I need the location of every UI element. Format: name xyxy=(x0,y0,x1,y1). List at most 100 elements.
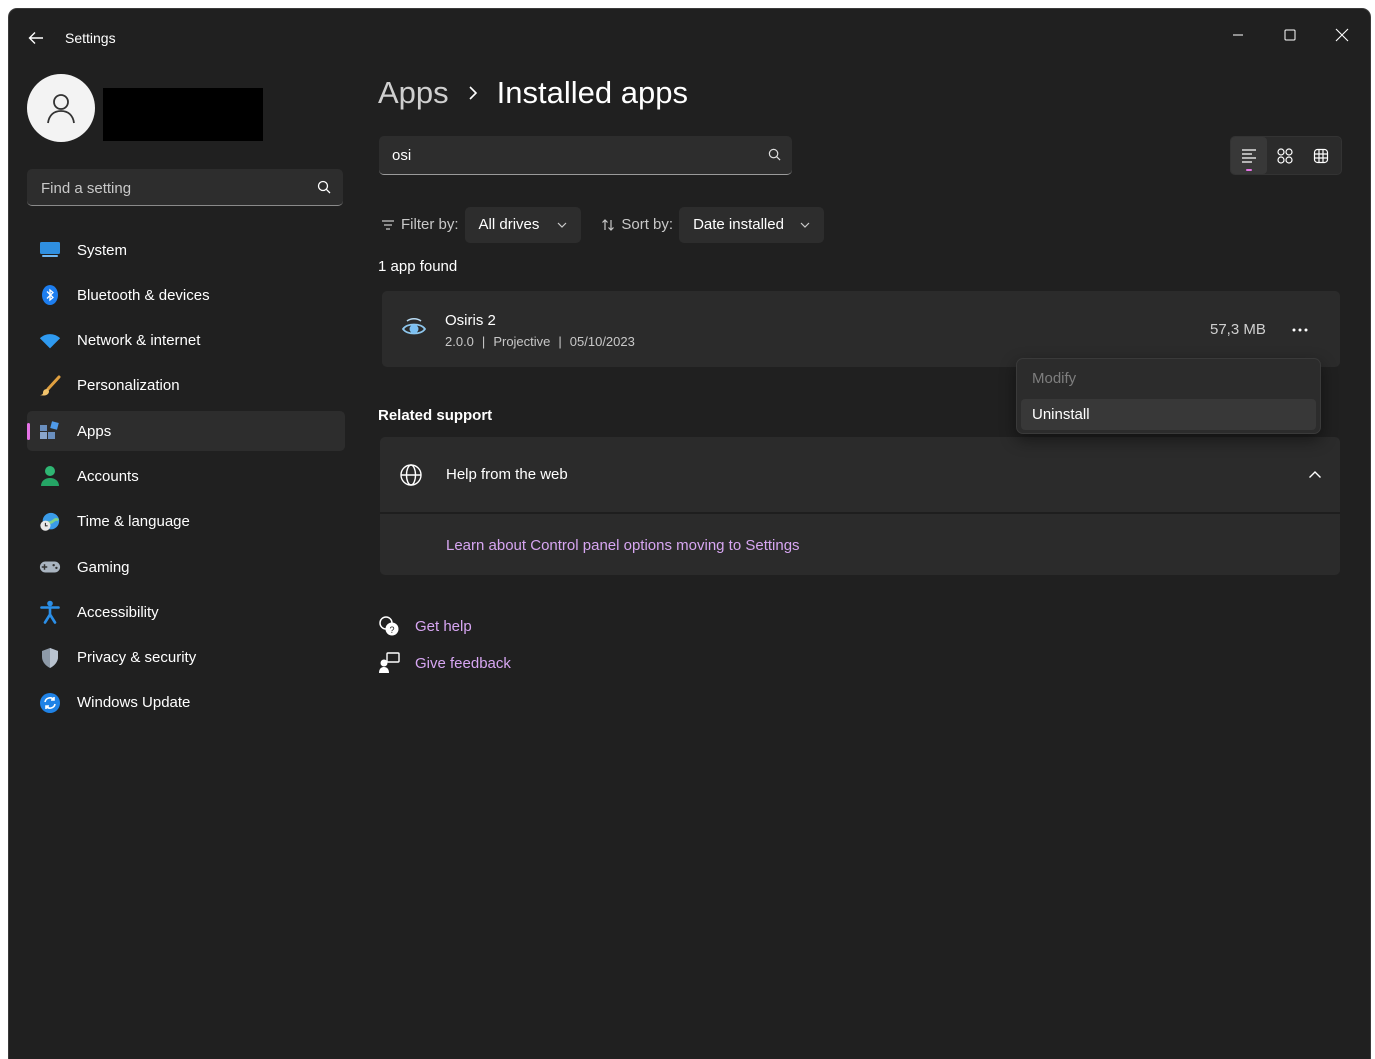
app-size: 57,3 MB xyxy=(1210,321,1266,338)
modify-menu-item: Modify xyxy=(1032,370,1077,387)
title-bar: Settings xyxy=(9,9,1370,65)
chevron-right-icon xyxy=(467,85,479,101)
apps-icon xyxy=(39,421,61,441)
filter-value: All drives xyxy=(478,216,540,233)
tile-view-icon xyxy=(1277,147,1293,164)
avatar[interactable] xyxy=(27,74,95,142)
sidebar-item-windows-update[interactable]: Windows Update xyxy=(27,683,345,723)
minimize-icon xyxy=(1233,34,1243,36)
find-setting-input[interactable] xyxy=(39,169,303,207)
accessibility-icon xyxy=(39,601,61,625)
sidebar-nav: System Bluetooth & devices Network & int… xyxy=(27,230,345,728)
sort-value: Date installed xyxy=(693,216,784,233)
separator: | xyxy=(558,334,562,349)
chevron-down-icon xyxy=(557,222,567,228)
filter-label: Filter by: xyxy=(381,216,459,233)
sort-icon xyxy=(602,218,615,231)
monitor-icon xyxy=(39,240,61,260)
sidebar-item-network[interactable]: Network & internet xyxy=(27,321,345,361)
chevron-up-icon[interactable] xyxy=(1308,467,1322,485)
sidebar-item-label: Privacy & security xyxy=(77,649,197,667)
more-options-button[interactable] xyxy=(1285,315,1315,345)
help-chat-icon: ? xyxy=(378,615,400,637)
gamepad-icon xyxy=(39,557,61,577)
sidebar-item-label: Accounts xyxy=(77,467,139,485)
sidebar-item-privacy[interactable]: Privacy & security xyxy=(27,638,345,678)
close-button[interactable] xyxy=(1319,17,1365,53)
sidebar-item-personalization[interactable]: Personalization xyxy=(27,366,345,406)
sidebar-item-apps[interactable]: Apps xyxy=(27,411,345,452)
filter-icon xyxy=(382,219,394,230)
sort-label-text: Sort by: xyxy=(621,216,674,233)
sidebar-item-label: Gaming xyxy=(77,558,130,576)
back-button[interactable] xyxy=(25,27,47,49)
svg-text:?: ? xyxy=(389,625,394,635)
feedback-icon xyxy=(378,652,400,674)
filter-sort-row: Filter by: All drives Sort by: Date inst… xyxy=(381,206,824,243)
app-list-item[interactable]: Osiris 2 2.0.0 | Projective | 05/10/2023 57,… xyxy=(382,291,1340,367)
sidebar-item-label: System xyxy=(77,241,128,259)
list-view-icon xyxy=(1242,148,1256,163)
username-redacted xyxy=(103,88,263,141)
sidebar-item-time-language[interactable]: Time & language xyxy=(27,502,345,542)
separator: | xyxy=(481,334,486,349)
breadcrumb-parent[interactable]: Apps xyxy=(378,75,449,111)
wifi-icon xyxy=(39,331,61,351)
active-indicator xyxy=(1246,169,1252,171)
app-context-menu: Modify Uninstall xyxy=(1016,358,1321,434)
sidebar-item-label: Network & internet xyxy=(77,332,201,350)
active-indicator xyxy=(27,423,30,441)
uninstall-menu-item[interactable]: Uninstall xyxy=(1021,399,1316,430)
help-from-web-header[interactable]: Help from the web xyxy=(380,437,1340,512)
give-feedback-link[interactable]: Give feedback xyxy=(378,652,511,674)
close-icon xyxy=(1335,28,1349,42)
search-icon xyxy=(317,180,331,194)
tile-view-button[interactable] xyxy=(1267,137,1303,174)
bluetooth-icon xyxy=(39,285,61,306)
app-install-date: 05/10/2023 xyxy=(569,334,635,349)
sidebar-item-label: Time & language xyxy=(77,513,190,531)
sidebar-item-accounts[interactable]: Accounts xyxy=(27,456,345,496)
clock-globe-icon xyxy=(39,512,61,532)
app-name: Osiris 2 xyxy=(445,312,496,329)
globe-icon xyxy=(399,463,423,492)
help-from-web-card: Help from the web Learn about Control pa… xyxy=(380,437,1340,575)
maximize-icon xyxy=(1284,29,1296,41)
sidebar-item-label: Personalization xyxy=(77,377,180,395)
maximize-button[interactable] xyxy=(1267,17,1313,53)
back-arrow-icon xyxy=(28,32,43,44)
divider xyxy=(380,512,1340,514)
sidebar-item-label: Bluetooth & devices xyxy=(77,286,210,304)
breadcrumb: Apps Installed apps xyxy=(378,75,688,111)
grid-view-button[interactable] xyxy=(1303,137,1339,174)
app-version: 2.0.0 xyxy=(445,334,474,349)
search-icon xyxy=(768,148,781,161)
control-panel-link[interactable]: Learn about Control panel options moving… xyxy=(446,537,800,554)
find-setting-search[interactable] xyxy=(27,169,343,207)
app-search[interactable] xyxy=(379,136,792,175)
osiris-app-icon xyxy=(401,316,427,347)
window-title: Settings xyxy=(65,30,116,46)
sort-label: Sort by: xyxy=(601,216,673,233)
sidebar-item-gaming[interactable]: Gaming xyxy=(27,547,345,587)
app-publisher: Projective xyxy=(493,334,551,349)
sidebar-item-label: Apps xyxy=(77,422,112,440)
sidebar-item-system[interactable]: System xyxy=(27,230,345,270)
person-icon xyxy=(39,466,61,487)
get-help-label: Get help xyxy=(415,617,472,635)
sidebar-item-accessibility[interactable]: Accessibility xyxy=(27,592,345,632)
minimize-button[interactable] xyxy=(1215,17,1261,53)
sort-dropdown[interactable]: Date installed xyxy=(679,206,824,243)
get-help-link[interactable]: ? Get help xyxy=(378,615,472,637)
settings-window: Settings System Bluetooth & device xyxy=(9,9,1370,1059)
give-feedback-label: Give feedback xyxy=(415,654,511,672)
help-from-web-label: Help from the web xyxy=(446,466,568,483)
app-search-input[interactable] xyxy=(390,136,754,175)
view-toggle xyxy=(1230,136,1342,175)
list-view-button[interactable] xyxy=(1231,137,1267,174)
app-meta: 2.0.0 | Projective | 05/10/2023 xyxy=(445,334,635,349)
more-icon xyxy=(1292,328,1308,332)
grid-view-icon xyxy=(1313,148,1329,163)
sidebar-item-bluetooth[interactable]: Bluetooth & devices xyxy=(27,275,345,315)
filter-dropdown[interactable]: All drives xyxy=(464,206,582,243)
